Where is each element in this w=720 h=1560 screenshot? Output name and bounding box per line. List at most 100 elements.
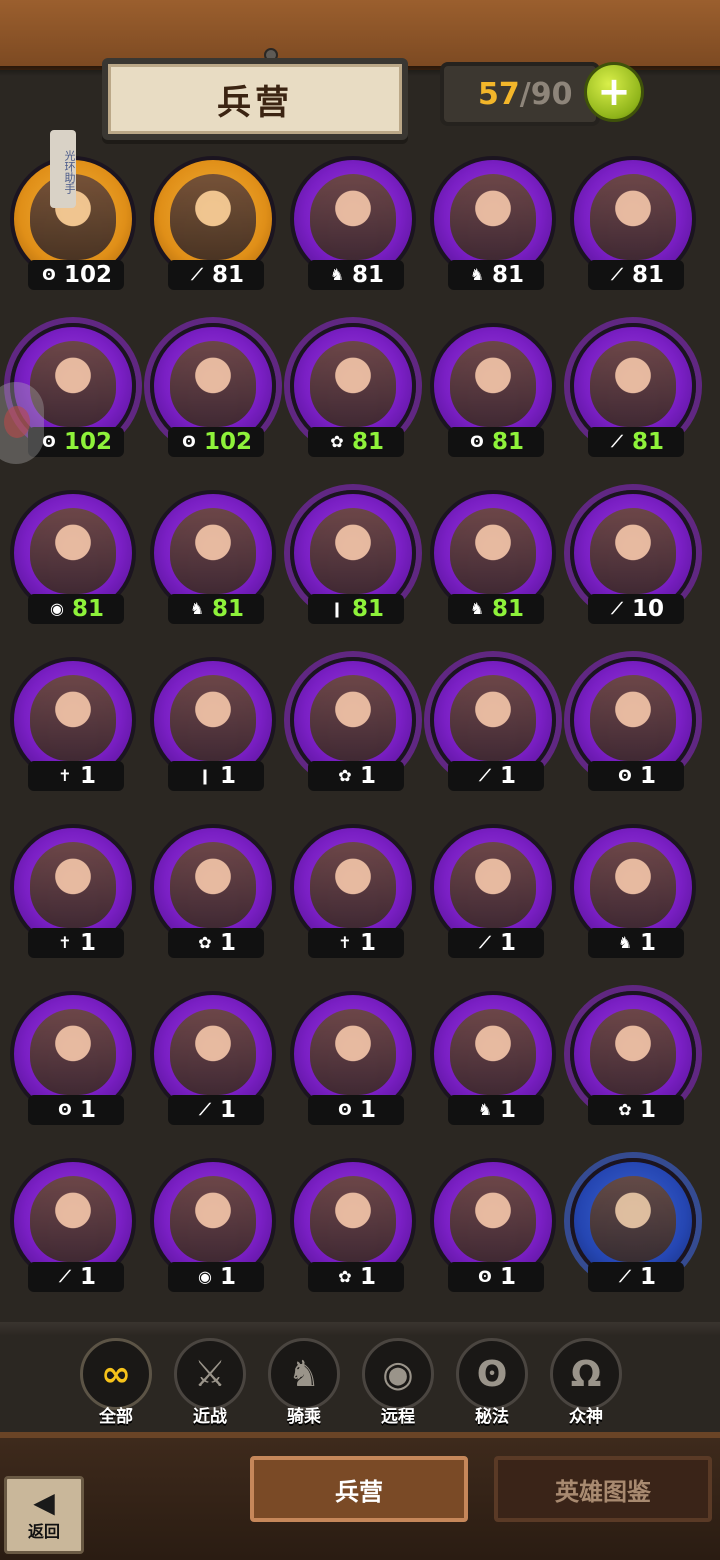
hero-class-icon: ✝ <box>58 766 72 785</box>
hero-card[interactable]: ⟋ 81 <box>568 150 698 296</box>
hero-class-icon: ⟋ <box>611 432 623 451</box>
hero-card[interactable]: ◉ 1 <box>148 1152 278 1298</box>
hero-card[interactable]: ǀ 81 <box>288 484 418 630</box>
hero-level-bar: ✿ 1 <box>308 1262 404 1292</box>
filter-melee[interactable]: ⚔ 近战 <box>172 1338 248 1430</box>
filter-icon: ♞ <box>268 1338 340 1410</box>
hero-card[interactable]: ʘ 102 <box>148 317 278 463</box>
hero-card[interactable]: ʘ 81 <box>428 317 558 463</box>
hero-card[interactable]: ⟋ 1 <box>148 985 278 1131</box>
filter-all[interactable]: ∞ 全部 <box>78 1338 154 1430</box>
hero-card[interactable]: ✿ 81 <box>288 317 418 463</box>
hero-level: 81 <box>351 262 384 288</box>
hero-class-icon: ǀ <box>202 766 208 785</box>
hero-portrait <box>450 1009 536 1095</box>
hero-level-bar: ʘ 102 <box>168 427 264 457</box>
filter-label: 近战 <box>193 1407 227 1427</box>
hero-level-bar: ♞ 1 <box>448 1095 544 1125</box>
hero-card[interactable]: ʘ1 <box>288 985 418 1131</box>
hero-class-icon: ⟋ <box>191 265 203 284</box>
hero-card[interactable]: ǀ1 <box>148 651 278 797</box>
filter-icon: ⚔ <box>174 1338 246 1410</box>
hero-level-bar: ◉ 1 <box>168 1262 264 1292</box>
hero-class-icon: ʘ <box>618 766 632 785</box>
hero-card[interactable]: ʘ1 <box>568 651 698 797</box>
hero-card[interactable]: ♞ 1 <box>568 818 698 964</box>
hero-card[interactable]: ⟋ 81 <box>568 317 698 463</box>
hero-card[interactable]: ⟋ 1 <box>428 651 558 797</box>
hero-level-bar: ⟋ 1 <box>448 928 544 958</box>
aura-assistant-tag[interactable]: 光环助手 <box>50 130 76 208</box>
hero-portrait <box>310 341 396 427</box>
hero-card[interactable]: ✝ 1 <box>288 818 418 964</box>
hero-card[interactable]: ◉ 81 <box>8 484 138 630</box>
hero-card[interactable]: ⟋ 1 <box>8 1152 138 1298</box>
hero-card[interactable]: ✝ 1 <box>8 818 138 964</box>
hero-level-bar: ⟋ 81 <box>168 260 264 290</box>
hero-card[interactable]: ⟋ 10 <box>568 484 698 630</box>
hero-level-bar: ʘ1 <box>28 1095 124 1125</box>
tab-hero-codex[interactable]: 英雄图鉴 <box>494 1456 712 1522</box>
hero-card[interactable]: ♞ 1 <box>428 985 558 1131</box>
hero-portrait <box>590 1176 676 1262</box>
hero-level: 81 <box>631 262 664 288</box>
hero-card[interactable]: ⟋ 1 <box>428 818 558 964</box>
hero-card[interactable]: ✿ 1 <box>288 651 418 797</box>
hero-level-bar: ǀ 81 <box>308 594 404 624</box>
filter-gods[interactable]: Ω 众神 <box>548 1338 624 1430</box>
hero-card[interactable]: ⟋ 1 <box>568 1152 698 1298</box>
filter-mounted[interactable]: ♞ 骑乘 <box>266 1338 342 1430</box>
filter-arcane[interactable]: ʘ 秘法 <box>454 1338 530 1430</box>
hero-class-icon: ⟋ <box>611 599 623 618</box>
hero-card[interactable]: ✿ 1 <box>288 1152 418 1298</box>
hero-class-icon: ✿ <box>198 933 212 952</box>
back-button[interactable]: ◀ 返回 <box>4 1476 84 1554</box>
filter-label: 远程 <box>381 1407 415 1427</box>
filter-label: 全部 <box>99 1407 133 1427</box>
floating-side-tab[interactable] <box>0 382 44 464</box>
hero-level: 1 <box>359 930 376 956</box>
roster-count-current: 57 <box>478 76 520 112</box>
filter-ranged[interactable]: ◉ 远程 <box>360 1338 436 1430</box>
hero-card[interactable]: ✝ 1 <box>8 651 138 797</box>
hero-level: 81 <box>211 596 244 622</box>
hero-card[interactable]: ⟋ 81 <box>148 150 278 296</box>
hero-card[interactable]: ʘ1 <box>428 1152 558 1298</box>
hero-class-icon: ✿ <box>330 432 344 451</box>
roster-count-separator: / <box>519 76 531 112</box>
hero-class-icon: ✿ <box>338 766 352 785</box>
hero-card[interactable]: ♞ 81 <box>288 150 418 296</box>
hero-class-icon: ♞ <box>477 1100 493 1119</box>
hero-portrait <box>170 1009 256 1095</box>
hero-portrait <box>450 341 536 427</box>
hero-card[interactable]: ♞ 81 <box>428 484 558 630</box>
hero-card[interactable]: ♞ 81 <box>148 484 278 630</box>
hero-level: 1 <box>639 1097 656 1123</box>
hero-level: 1 <box>219 930 236 956</box>
hero-level: 81 <box>491 429 524 455</box>
hero-class-icon: ◉ <box>50 599 64 618</box>
hero-class-icon: ⟋ <box>199 1100 211 1119</box>
hero-portrait <box>590 508 676 594</box>
hero-card[interactable]: ʘ1 <box>8 985 138 1131</box>
filter-label: 骑乘 <box>287 1407 321 1427</box>
hero-level-bar: ʘ1 <box>308 1095 404 1125</box>
hero-class-icon: ⟋ <box>611 265 623 284</box>
hero-level-bar: ✿ 1 <box>168 928 264 958</box>
hero-card[interactable]: ✿ 1 <box>148 818 278 964</box>
hero-level: 1 <box>79 930 96 956</box>
hero-card[interactable]: ✿ 1 <box>568 985 698 1131</box>
hero-class-icon: ✝ <box>338 933 352 952</box>
hero-portrait <box>590 174 676 260</box>
class-filter-bar: ∞ 全部 ⚔ 近战 ♞ 骑乘 ◉ 远程 ʘ 秘法 Ω 众神 <box>78 1338 638 1430</box>
hero-level-bar: ♞ 81 <box>448 594 544 624</box>
hero-portrait <box>450 508 536 594</box>
hero-level-bar: ♞ 81 <box>308 260 404 290</box>
tab-barracks[interactable]: 兵营 <box>250 1456 468 1522</box>
hero-class-icon: ♞ <box>469 265 485 284</box>
hero-class-icon: ✝ <box>58 933 72 952</box>
add-slot-button[interactable]: + <box>584 62 644 122</box>
hero-class-icon: ⟋ <box>479 766 491 785</box>
hero-card[interactable]: ♞ 81 <box>428 150 558 296</box>
page-title-plate: 兵营 <box>102 58 408 140</box>
